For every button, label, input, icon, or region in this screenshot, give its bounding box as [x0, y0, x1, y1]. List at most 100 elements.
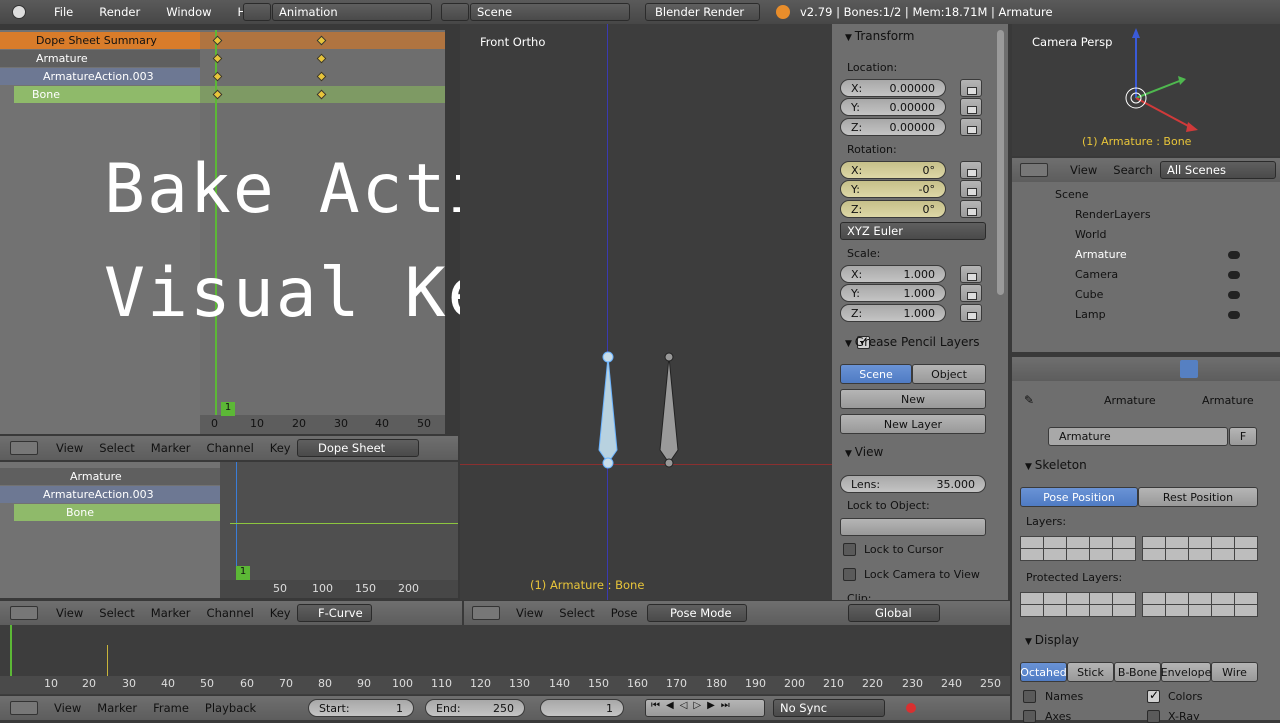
gp-object-button[interactable]: Object — [912, 364, 986, 384]
lock-button[interactable] — [960, 304, 982, 322]
menu-select[interactable]: Select — [91, 606, 142, 620]
channel-action[interactable]: ArmatureAction.003 — [0, 68, 200, 85]
viewport-3d[interactable] — [460, 24, 832, 600]
scale-x[interactable]: X: 1.000 — [840, 265, 946, 283]
xray-checkbox[interactable] — [1147, 710, 1160, 723]
menu-window[interactable]: Window — [158, 5, 219, 19]
names-checkbox[interactable] — [1023, 690, 1036, 703]
graph-mode-select[interactable]: F-Curve — [297, 604, 372, 622]
lock-button[interactable] — [960, 161, 982, 179]
menu-key[interactable]: Key — [262, 606, 299, 620]
protected-grid-left[interactable] — [1020, 592, 1136, 617]
display-stick[interactable]: Stick — [1067, 662, 1114, 682]
menu-marker[interactable]: Marker — [143, 441, 199, 455]
display-octahedral[interactable]: Octahed — [1020, 662, 1067, 682]
location-y[interactable]: Y: 0.00000 — [840, 98, 946, 116]
lock-button[interactable] — [960, 118, 982, 136]
name-field[interactable]: Armature — [1048, 427, 1228, 446]
lock-button[interactable] — [960, 265, 982, 283]
editor-type-icon[interactable] — [10, 701, 38, 715]
rotation-mode-select[interactable]: XYZ Euler — [840, 222, 986, 240]
pin-icon[interactable]: ✎ — [1024, 393, 1034, 407]
axes-checkbox[interactable] — [1023, 710, 1036, 723]
display-header[interactable]: Display — [1025, 633, 1079, 647]
menu-pose[interactable]: Pose — [603, 606, 646, 620]
layers-grid-right[interactable] — [1142, 536, 1258, 561]
menu-channel[interactable]: Channel — [199, 606, 262, 620]
lock-button[interactable] — [960, 79, 982, 97]
menu-view[interactable]: View — [1062, 163, 1105, 177]
editor-type-icon[interactable] — [1020, 163, 1048, 177]
outliner-item-cube[interactable]: Cube — [1075, 288, 1103, 308]
view-header[interactable]: View — [845, 445, 883, 459]
outliner-filter-select[interactable]: All Scenes — [1160, 161, 1276, 179]
scale-z[interactable]: Z: 1.000 — [840, 304, 946, 322]
playback-controls[interactable]: ⏮◀◁▷▶⏭ — [645, 699, 765, 717]
channel-armature[interactable]: Armature — [0, 50, 200, 67]
lock-camera-checkbox[interactable] — [843, 568, 856, 581]
outliner-item-scene[interactable]: Scene — [1055, 188, 1089, 208]
screen-layout-field[interactable]: Animation — [272, 3, 432, 21]
menu-select[interactable]: Select — [91, 441, 142, 455]
location-x[interactable]: X: 0.00000 — [840, 79, 946, 97]
info-icon[interactable] — [12, 5, 26, 19]
protected-grid-right[interactable] — [1142, 592, 1258, 617]
editor-type-icon[interactable] — [10, 441, 38, 455]
lock-button[interactable] — [960, 180, 982, 198]
display-wire[interactable]: Wire — [1211, 662, 1258, 682]
eye-icon[interactable] — [1228, 271, 1240, 279]
menu-file[interactable]: File — [46, 5, 81, 19]
layout-icon[interactable] — [243, 3, 271, 21]
editor-type-icon[interactable] — [10, 606, 38, 620]
outliner-item-renderlayers[interactable]: RenderLayers — [1075, 208, 1151, 228]
menu-view[interactable]: View — [48, 606, 91, 620]
menu-select[interactable]: Select — [551, 606, 602, 620]
outliner-item-world[interactable]: World — [1075, 228, 1107, 248]
scene-icon[interactable] — [441, 3, 469, 21]
skeleton-header[interactable]: Skeleton — [1025, 458, 1087, 472]
pose-position-button[interactable]: Pose Position — [1020, 487, 1138, 507]
menu-marker[interactable]: Marker — [89, 701, 145, 715]
colors-checkbox[interactable] — [1147, 688, 1160, 703]
lock-cursor-checkbox[interactable] — [843, 543, 856, 556]
orientation-select[interactable]: Global — [848, 604, 940, 622]
lens-field[interactable]: Lens: 35.000 — [840, 475, 986, 493]
panel-scrollbar[interactable] — [997, 30, 1004, 295]
dopesheet-summary-row[interactable]: Dope Sheet Summary — [0, 32, 200, 49]
render-engine-select[interactable]: Blender Render — [645, 3, 760, 21]
dopesheet-mode-select[interactable]: Dope Sheet — [297, 439, 419, 457]
menu-key[interactable]: Key — [262, 441, 299, 455]
scale-y[interactable]: Y: 1.000 — [840, 284, 946, 302]
gp-new-button[interactable]: New — [840, 389, 986, 409]
menu-frame[interactable]: Frame — [145, 701, 197, 715]
gp-scene-button[interactable]: Scene — [840, 364, 912, 384]
sync-select[interactable]: No Sync — [773, 699, 885, 717]
menu-search[interactable]: Search — [1105, 163, 1161, 177]
rotation-x[interactable]: X: 0° — [840, 161, 946, 179]
editor-type-icon[interactable] — [472, 606, 500, 620]
rotation-y[interactable]: Y: -0° — [840, 180, 946, 198]
graph-channel-armature[interactable]: Armature — [0, 468, 220, 485]
layers-grid-left[interactable] — [1020, 536, 1136, 561]
outliner-item-lamp[interactable]: Lamp — [1075, 308, 1106, 328]
transform-header[interactable]: Transform — [845, 29, 915, 43]
end-frame-field[interactable]: End: 250 — [425, 699, 525, 717]
menu-channel[interactable]: Channel — [199, 441, 262, 455]
menu-view[interactable]: View — [46, 701, 89, 715]
rest-position-button[interactable]: Rest Position — [1138, 487, 1258, 507]
menu-view[interactable]: View — [508, 606, 551, 620]
current-frame-field[interactable]: 1 — [540, 699, 624, 717]
graph-channel-action[interactable]: ArmatureAction.003 — [0, 486, 220, 503]
lock-button[interactable] — [960, 284, 982, 302]
armature-data-tab[interactable] — [1180, 360, 1198, 378]
channel-bone[interactable]: Bone — [14, 86, 200, 103]
graph-channel-bone[interactable]: Bone — [14, 504, 220, 521]
eye-icon[interactable] — [1228, 311, 1240, 319]
location-z[interactable]: Z: 0.00000 — [840, 118, 946, 136]
start-frame-field[interactable]: Start: 1 — [308, 699, 414, 717]
lock-object-field[interactable] — [840, 518, 986, 536]
outliner-item-armature[interactable]: Armature — [1075, 248, 1127, 268]
menu-view[interactable]: View — [48, 441, 91, 455]
outliner-item-camera[interactable]: Camera — [1075, 268, 1118, 288]
rotation-z[interactable]: Z: 0° — [840, 200, 946, 218]
